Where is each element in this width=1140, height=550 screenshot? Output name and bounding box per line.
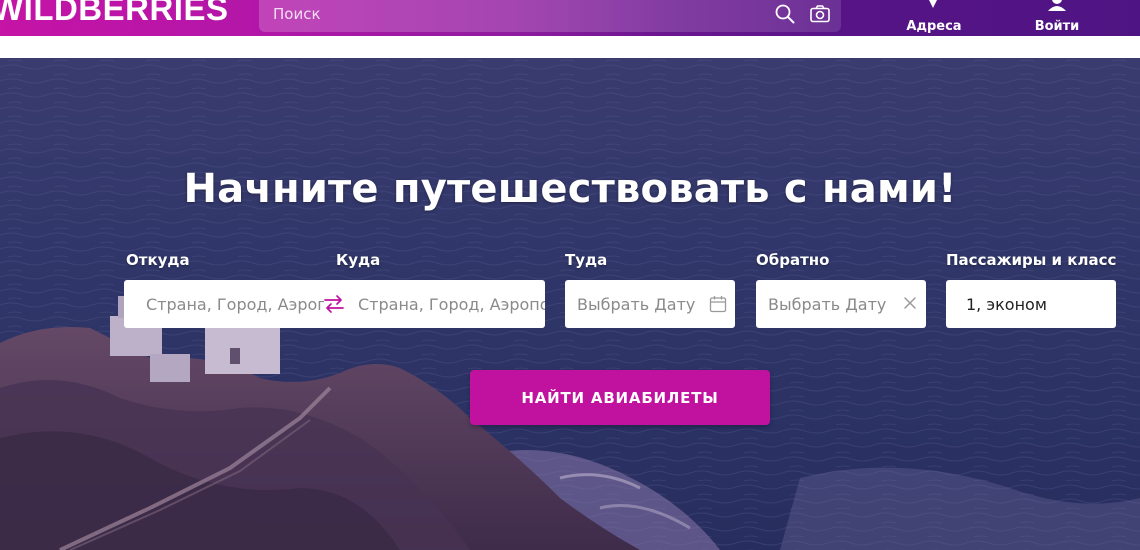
to-label: Куда [336,251,381,269]
header-divider [0,36,1140,58]
depart-date-input[interactable] [565,280,705,328]
close-icon[interactable] [902,295,918,311]
search-icon[interactable] [774,3,796,25]
hero-section: Начните путешествовать с нами! Откуда Ку… [0,58,1140,550]
depart-label: Туда [565,251,608,269]
passengers-label: Пассажиры и класс [946,251,1117,269]
hero-title: Начните путешествовать с нами! [183,166,957,212]
passengers-class-select[interactable]: 1, эконом [946,280,1116,328]
search-bar[interactable] [259,0,841,32]
destination-input[interactable] [346,280,545,328]
return-date-field[interactable] [756,280,926,328]
login-label: Войти [1034,19,1080,34]
addresses-link[interactable]: Адреса [896,0,972,36]
login-link[interactable]: Войти [1022,0,1092,36]
return-label: Обратно [756,251,830,269]
map-pin-icon [929,0,937,8]
return-date-input[interactable] [756,280,896,328]
origin-input[interactable] [134,280,324,328]
find-tickets-button[interactable]: НАЙТИ АВИАБИЛЕТЫ [470,370,770,425]
addresses-label: Адреса [906,19,962,34]
wildberries-logo[interactable]: WILDBERRIES [0,0,229,28]
calendar-icon[interactable] [709,295,727,313]
depart-date-field[interactable] [565,280,735,328]
passengers-class-value: 1, эконом [966,295,1047,314]
search-input[interactable] [273,0,753,28]
camera-icon[interactable] [809,3,831,25]
user-icon [1048,0,1066,11]
from-label: Откуда [126,251,190,269]
swap-arrows-icon[interactable] [322,292,346,316]
top-header: WILDBERRIES Адреса Войти [0,0,1140,36]
